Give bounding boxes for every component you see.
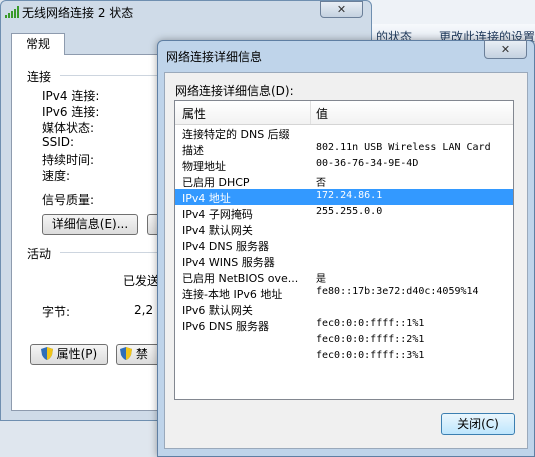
row-value: fec0:0:0:ffff::2%1 xyxy=(316,334,425,345)
connection-section-title: 连接 xyxy=(27,70,52,84)
properties-button[interactable]: 属性(P) xyxy=(30,344,108,365)
speed-label: 速度: xyxy=(42,169,71,183)
column-divider[interactable] xyxy=(310,101,311,124)
status-window-title: 无线网络连接 2 状态 xyxy=(22,6,134,20)
row-property: IPv4 DNS 服务器 xyxy=(182,240,270,253)
table-row[interactable]: IPv6 默认网关 xyxy=(175,301,513,317)
table-row[interactable]: 连接-本地 IPv6 地址 fe80::17b:3e72:d40c:4059%14 xyxy=(175,285,513,301)
media-state-label: 媒体状态: xyxy=(42,121,95,135)
row-property: IPv4 地址 xyxy=(182,192,231,205)
table-row[interactable]: IPv6 DNS 服务器 fec0:0:0:ffff::1%1 xyxy=(175,317,513,333)
shield-icon xyxy=(40,347,53,366)
row-property: 已启用 DHCP xyxy=(182,176,250,189)
table-row[interactable]: 物理地址 00-36-76-34-9E-4D xyxy=(175,157,513,173)
table-row[interactable]: 连接特定的 DNS 后缀 xyxy=(175,125,513,141)
details-button[interactable]: 详细信息(E)... xyxy=(42,214,138,235)
table-row[interactable]: fec0:0:0:ffff::3%1 xyxy=(175,349,513,365)
row-property: 已启用 NetBIOS ove... xyxy=(182,272,299,285)
ipv6-connectivity-label: IPv6 连接: xyxy=(42,105,100,119)
table-row[interactable]: IPv4 默认网关 xyxy=(175,221,513,237)
row-value: 是 xyxy=(316,274,326,285)
details-dialog-title: 网络连接详细信息 xyxy=(166,50,263,64)
signal-quality-label: 信号质量: xyxy=(42,193,95,207)
row-property: 物理地址 xyxy=(182,160,226,173)
close-icon: ✕ xyxy=(500,43,511,56)
wireless-signal-icon xyxy=(5,6,19,18)
sent-label: 已发送 xyxy=(123,274,160,288)
ssid-label: SSID: xyxy=(42,135,75,149)
bytes-sent-value: 2,2 xyxy=(134,303,154,317)
properties-button-label: 属性(P) xyxy=(56,347,98,361)
table-row[interactable]: IPv4 WINS 服务器 xyxy=(175,253,513,269)
row-property: IPv4 子网掩码 xyxy=(182,208,253,221)
details-dialog-close-x[interactable]: ✕ xyxy=(484,40,527,59)
row-property: IPv4 默认网关 xyxy=(182,224,253,237)
listview-header: 属性 值 xyxy=(175,101,513,125)
table-row[interactable]: IPv4 DNS 服务器 xyxy=(175,237,513,253)
table-row[interactable]: IPv4 子网掩码 255.255.0.0 xyxy=(175,205,513,221)
row-value: 802.11n USB Wireless LAN Card xyxy=(316,142,491,153)
row-value: 172.24.86.1 xyxy=(316,190,383,201)
row-value: fec0:0:0:ffff::3%1 xyxy=(316,350,425,361)
activity-section-title: 活动 xyxy=(27,247,52,261)
connection-divider xyxy=(60,75,160,76)
row-value: 255.255.0.0 xyxy=(316,206,383,217)
shield-icon xyxy=(120,347,132,366)
disable-button[interactable]: 禁 xyxy=(116,344,158,365)
table-row[interactable]: 已启用 NetBIOS ove... 是 xyxy=(175,269,513,285)
activity-divider xyxy=(60,252,160,253)
row-value: fec0:0:0:ffff::1%1 xyxy=(316,318,425,329)
bytes-label: 字节: xyxy=(42,305,71,319)
row-property: IPv6 DNS 服务器 xyxy=(182,320,270,333)
disable-button-label: 禁 xyxy=(135,347,148,361)
table-row[interactable]: 描述 802.11n USB Wireless LAN Card xyxy=(175,141,513,157)
details-group-label: 网络连接详细信息(D): xyxy=(175,84,294,98)
details-listview[interactable]: 属性 值 连接特定的 DNS 后缀 描述 802.11n USB Wireless … xyxy=(174,100,514,400)
close-button[interactable]: 关闭(C) xyxy=(441,413,515,435)
row-value: 否 xyxy=(316,178,326,189)
column-header-property[interactable]: 属性 xyxy=(182,105,206,122)
close-icon: ✕ xyxy=(336,3,347,16)
row-property: IPv6 默认网关 xyxy=(182,304,253,317)
table-row[interactable]: fec0:0:0:ffff::2%1 xyxy=(175,333,513,349)
row-property: 连接-本地 IPv6 地址 xyxy=(182,288,283,301)
tab-general[interactable]: 常规 xyxy=(11,33,65,55)
row-value: fe80::17b:3e72:d40c:4059%14 xyxy=(316,286,479,297)
row-property: IPv4 WINS 服务器 xyxy=(182,256,275,269)
duration-label: 持续时间: xyxy=(42,153,95,167)
table-row[interactable]: 已启用 DHCP 否 xyxy=(175,173,513,189)
ipv4-connectivity-label: IPv4 连接: xyxy=(42,89,100,103)
row-property: 连接特定的 DNS 后缀 xyxy=(182,128,290,141)
row-property: 描述 xyxy=(182,144,204,157)
column-header-value[interactable]: 值 xyxy=(316,105,328,122)
row-value: 00-36-76-34-9E-4D xyxy=(316,158,419,169)
status-window-close-button[interactable]: ✕ xyxy=(320,1,363,18)
table-row[interactable]: IPv4 地址 172.24.86.1 xyxy=(175,189,513,205)
